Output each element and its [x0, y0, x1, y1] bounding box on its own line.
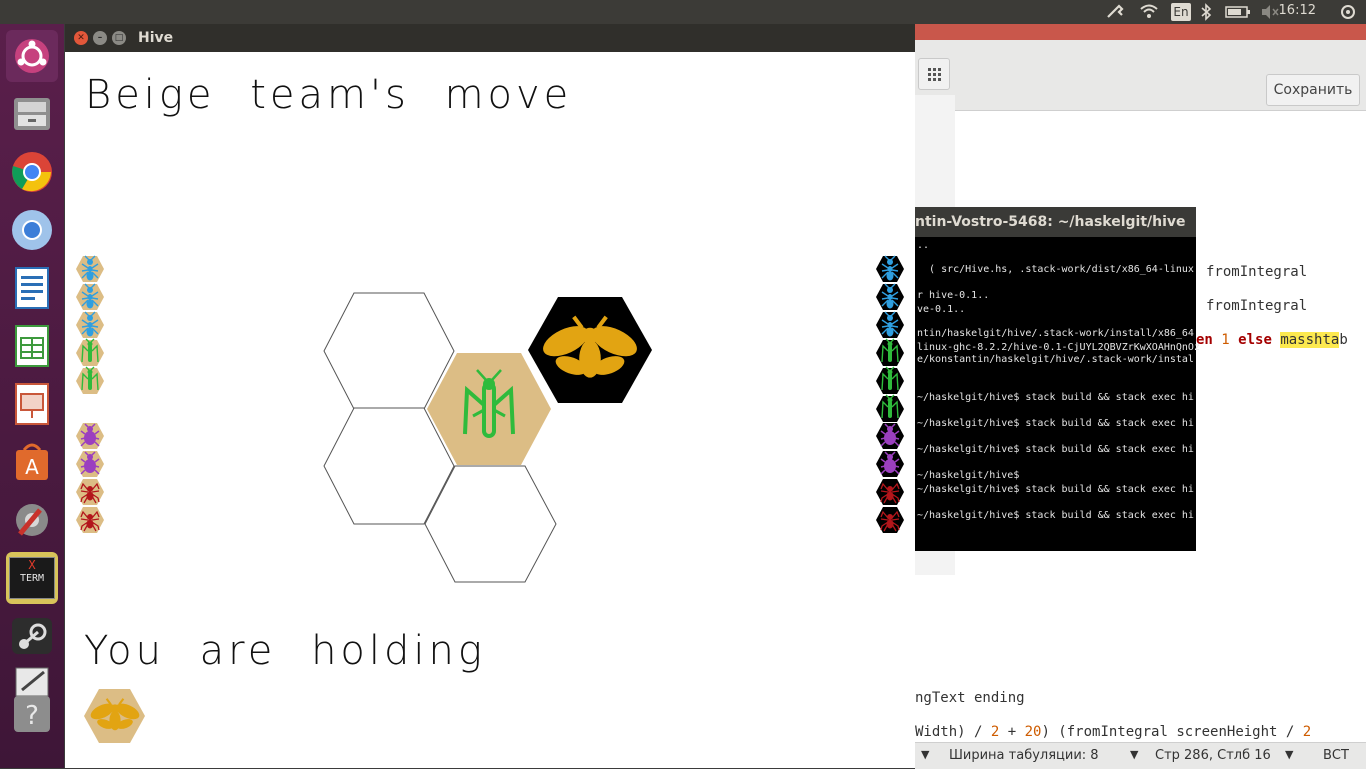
empty-hex-slot[interactable]: [323, 292, 455, 410]
code-text: Width) /: [915, 724, 991, 740]
dropdown-arrow-icon[interactable]: ▼: [921, 748, 929, 761]
tab-width-selector[interactable]: Ширина табуляции: 8: [949, 748, 1099, 763]
close-icon[interactable]: ✕: [74, 31, 88, 45]
libreoffice-calc-icon[interactable]: [6, 320, 58, 372]
terminal-line: ~/haskelgit/hive$ stack build && stack e…: [917, 418, 1194, 429]
terminal-line: ~/haskelgit/hive$ stack build && stack e…: [917, 510, 1194, 521]
terminal-line: r hive-0.1..: [917, 290, 990, 301]
terminal-line: e/konstantin/haskelgit/hive/.stack-work/…: [917, 354, 1194, 365]
code-line: Width) / 2 + 20) (fromIntegral screenHei…: [915, 724, 1311, 740]
terminal-line: ..: [917, 240, 930, 251]
code-number: 20: [1024, 724, 1042, 740]
launcher: A X TERM ?: [0, 24, 64, 768]
help-icon[interactable]: ?: [6, 688, 58, 740]
code-line: en 1 else masshtab: [1196, 332, 1348, 348]
editor-menu-button[interactable]: [918, 58, 950, 90]
code-text: ) (fromIntegral screenHeight /: [1041, 724, 1303, 740]
insert-mode[interactable]: ВСТ: [1323, 748, 1349, 763]
software-center-icon[interactable]: A: [6, 436, 58, 488]
volume-muted-icon[interactable]: [1260, 4, 1280, 24]
files-icon[interactable]: [6, 88, 58, 140]
terminal-window[interactable]: [905, 207, 1196, 551]
maximize-icon[interactable]: □: [112, 31, 126, 45]
keyboard-layout-indicator[interactable]: En: [1171, 3, 1191, 21]
network-tool-icon[interactable]: [1106, 3, 1126, 25]
window-title: Hive: [138, 30, 174, 46]
terminal-line: ntin/haskelgit/hive/.stack-work/install/…: [917, 328, 1194, 339]
editor-title-accent: [915, 24, 1366, 40]
dropdown-arrow-icon[interactable]: ▼: [1285, 748, 1293, 761]
xterm-label-bottom: TERM: [19, 573, 45, 584]
settings-icon[interactable]: [1340, 4, 1356, 24]
dropdown-arrow-icon[interactable]: ▼: [1130, 748, 1138, 761]
chrome-icon[interactable]: [6, 146, 58, 198]
terminal-line: ~/haskelgit/hive$ stack build && stack e…: [917, 444, 1194, 455]
code-text: +: [999, 724, 1025, 740]
ubuntu-dash-icon[interactable]: [6, 30, 58, 82]
code-line: fromIntegral: [1206, 264, 1308, 280]
hive-titlebar[interactable]: ✕ – □ Hive: [65, 24, 915, 52]
cursor-position[interactable]: Стр 286, Стлб 16: [1155, 748, 1271, 763]
system-settings-icon[interactable]: [6, 494, 58, 546]
terminal-title[interactable]: ntin-Vostro-5468: ~/haskelgit/hive: [905, 207, 1196, 237]
code-line: ngText ending: [915, 690, 1025, 706]
minimize-icon[interactable]: –: [93, 31, 107, 45]
placed-piece-grasshopper-hex[interactable]: [427, 353, 551, 465]
terminal-line: ~/haskelgit/hive$: [917, 470, 1020, 481]
xterm-icon[interactable]: X TERM: [6, 552, 58, 604]
black-reserve[interactable]: [876, 255, 904, 533]
terminal-line: ~/haskelgit/hive$ stack build && stack e…: [917, 484, 1194, 495]
terminal-line: ( src/Hive.hs, .stack-work/dist/x86_64-l…: [917, 264, 1194, 275]
battery-icon[interactable]: [1225, 6, 1251, 22]
game-board[interactable]: [65, 52, 915, 768]
clock[interactable]: 16:12: [1279, 3, 1316, 18]
terminal-line: linux-ghc-8.2.2/hive-0.1-CjUYL2QBVZrKwXO…: [917, 342, 1200, 353]
libreoffice-writer-icon[interactable]: [6, 262, 58, 314]
code-highlight: masshta: [1280, 332, 1340, 348]
chromium-icon[interactable]: [6, 204, 58, 256]
svg-text:?: ?: [25, 701, 39, 731]
code-line: fromIntegral: [1206, 298, 1308, 314]
editor-statusbar: ▼ Ширина табуляции: 8 ▼ Стр 286, Стлб 16…: [915, 742, 1366, 769]
code-keyword: else: [1238, 332, 1272, 348]
libreoffice-impress-icon[interactable]: [6, 378, 58, 430]
steam-icon[interactable]: [6, 610, 58, 662]
code-number: 2: [1302, 724, 1312, 740]
code-number: 1: [1221, 332, 1230, 348]
save-button[interactable]: Сохранить: [1266, 74, 1360, 106]
terminal-line: ~/haskelgit/hive$ stack build && stack e…: [917, 392, 1194, 403]
top-panel: En 16:12: [0, 0, 1366, 24]
wifi-icon[interactable]: [1139, 3, 1159, 23]
svg-text:A: A: [25, 455, 39, 479]
terminal-line: ve-0.1..: [917, 304, 966, 315]
bluetooth-icon[interactable]: [1200, 3, 1212, 25]
code-text: b: [1339, 332, 1348, 348]
beige-reserve[interactable]: [76, 255, 104, 533]
xterm-label-top: X: [28, 558, 36, 572]
